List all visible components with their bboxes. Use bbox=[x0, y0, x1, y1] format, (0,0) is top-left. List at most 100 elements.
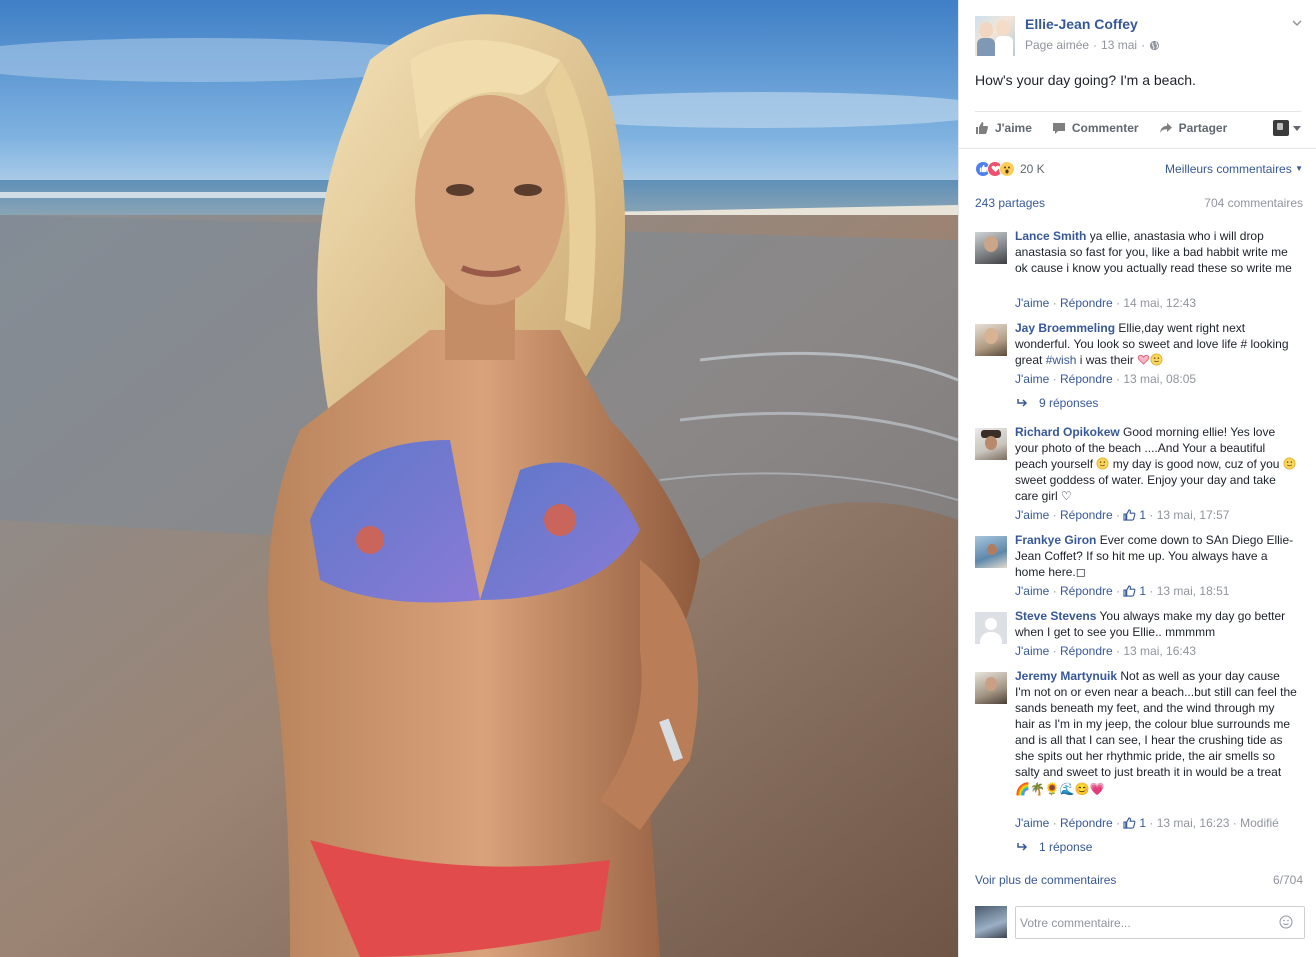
comment-actions: J'aime · Répondre · 13 mai, 08:05 bbox=[1015, 372, 1197, 386]
post-header: Ellie-Jean Coffey Page aimée · 13 mai · bbox=[975, 14, 1305, 56]
comment-author-link[interactable]: Lance Smith bbox=[1015, 229, 1086, 243]
comment-timestamp[interactable]: 13 mai, 18:51 bbox=[1157, 584, 1230, 598]
comment-reaction-count[interactable]: 1 bbox=[1123, 816, 1146, 830]
comment-button[interactable]: Commenter bbox=[1052, 121, 1139, 135]
comment-like-link[interactable]: J'aime bbox=[1015, 816, 1049, 830]
post-meta: Page aimée · 13 mai · bbox=[1025, 38, 1160, 52]
commenter-avatar[interactable] bbox=[975, 428, 1007, 460]
reply-arrow-icon bbox=[1017, 399, 1028, 407]
audience-selector[interactable] bbox=[1273, 120, 1301, 136]
comment-reply-link[interactable]: Répondre bbox=[1060, 296, 1113, 310]
comment-actions: J'aime · Répondre · 14 mai, 12:43 bbox=[1015, 296, 1197, 310]
profile-thumbnail-icon bbox=[1273, 120, 1289, 136]
comment-actions: J'aime · Répondre · 1 · 13 mai, 18:51 bbox=[1015, 584, 1230, 598]
comments-count[interactable]: 704 commentaires bbox=[1204, 196, 1303, 210]
view-replies-link[interactable]: 9 réponses bbox=[1017, 396, 1098, 410]
comment-author-link[interactable]: Steve Stevens bbox=[1015, 609, 1096, 623]
edited-label[interactable]: Modifié bbox=[1240, 816, 1279, 830]
reaction-count[interactable]: 20 K bbox=[1020, 162, 1045, 176]
thumbs-up-icon bbox=[1123, 509, 1136, 521]
comment-label: Commenter bbox=[1071, 121, 1139, 135]
reactions-bar: 20 K Meilleurs commentaires ▼ bbox=[959, 148, 1316, 188]
share-label: Partager bbox=[1178, 121, 1228, 135]
commenter-avatar[interactable] bbox=[975, 536, 1007, 568]
comment-text: Not as well as your day cause I'm not on… bbox=[1015, 669, 1297, 779]
post-photo[interactable] bbox=[0, 0, 958, 957]
thumbs-up-icon bbox=[1123, 585, 1136, 597]
comment-actions: J'aime · Répondre · 1 · 13 mai, 17:57 bbox=[1015, 508, 1230, 522]
more-comments-bar: Voir plus de commentaires 6/704 bbox=[975, 868, 1303, 892]
comment-timestamp[interactable]: 14 mai, 12:43 bbox=[1123, 296, 1196, 310]
comment-like-link[interactable]: J'aime bbox=[1015, 372, 1049, 386]
comment-body: Richard Opikokew Good morning ellie! Yes… bbox=[1015, 424, 1297, 504]
comment-like-link[interactable]: J'aime bbox=[1015, 508, 1049, 522]
caret-down-icon: ▼ bbox=[1295, 163, 1303, 173]
comment-like-link[interactable]: J'aime bbox=[1015, 644, 1049, 658]
meta-separator: · bbox=[1093, 38, 1098, 52]
comment-input[interactable] bbox=[1015, 906, 1305, 939]
chevron-down-icon[interactable] bbox=[1292, 18, 1302, 28]
hashtag-link[interactable]: #wish bbox=[1046, 353, 1077, 367]
comment-timestamp[interactable]: 13 mai, 16:43 bbox=[1123, 644, 1196, 658]
globe-icon bbox=[1149, 40, 1160, 50]
comment-body: Steve Stevens You always make my day go … bbox=[1015, 608, 1297, 640]
post-text: How's your day going? I'm a beach. bbox=[975, 72, 1196, 88]
comment-author-link[interactable]: Richard Opikokew bbox=[1015, 425, 1120, 439]
comment-timestamp[interactable]: 13 mai, 08:05 bbox=[1123, 372, 1196, 386]
replies-count: 9 réponses bbox=[1039, 396, 1099, 410]
post-date[interactable]: 13 mai bbox=[1101, 38, 1137, 52]
comment-author-link[interactable]: Jeremy Martynuik bbox=[1015, 669, 1117, 683]
comment-text: my day is good now, cuz of you bbox=[1109, 457, 1283, 471]
smiley-emoji-icon bbox=[1150, 353, 1163, 366]
comment-text: i was their bbox=[1076, 353, 1138, 367]
comment-author-link[interactable]: Jay Broemmeling bbox=[1015, 321, 1115, 335]
share-button[interactable]: Partager bbox=[1159, 121, 1228, 135]
emoji-picker-icon[interactable] bbox=[1279, 915, 1293, 929]
comment-reply-link[interactable]: Répondre bbox=[1060, 644, 1113, 658]
page-name-link[interactable]: Ellie-Jean Coffey bbox=[1025, 16, 1138, 32]
post-stats: 243 partages 704 commentaires bbox=[975, 190, 1303, 216]
comment-body: Lance Smith ya ellie, anastasia who i wi… bbox=[1015, 228, 1297, 276]
page-avatar[interactable] bbox=[975, 16, 1015, 56]
smiley-emoji-icon bbox=[1283, 457, 1296, 470]
replies-count: 1 réponse bbox=[1039, 840, 1093, 854]
current-user-avatar[interactable] bbox=[975, 906, 1007, 938]
comment-body: Jeremy Martynuik Not as well as your day… bbox=[1015, 668, 1297, 798]
meta-separator: · bbox=[1141, 38, 1146, 52]
view-replies-link[interactable]: 1 réponse bbox=[1017, 840, 1092, 854]
comment-reaction-count[interactable]: 1 bbox=[1123, 508, 1146, 522]
comment-reply-link[interactable]: Répondre bbox=[1060, 372, 1113, 386]
view-more-comments-link[interactable]: Voir plus de commentaires bbox=[975, 873, 1116, 887]
comment-author-link[interactable]: Frankye Giron bbox=[1015, 533, 1096, 547]
like-button[interactable]: J'aime bbox=[975, 121, 1032, 135]
caret-down-icon bbox=[1293, 125, 1301, 131]
share-arrow-icon bbox=[1159, 123, 1172, 133]
comment-reply-link[interactable]: Répondre bbox=[1060, 816, 1113, 830]
smiley-emoji-icon bbox=[1096, 457, 1109, 470]
comment-composer bbox=[959, 903, 1316, 957]
comment-reply-link[interactable]: Répondre bbox=[1060, 508, 1113, 522]
comment-like-link[interactable]: J'aime bbox=[1015, 584, 1049, 598]
commenter-avatar[interactable] bbox=[975, 612, 1007, 644]
thumbs-up-icon bbox=[976, 122, 988, 134]
page-status: Page aimée bbox=[1025, 38, 1090, 52]
commenter-avatar[interactable] bbox=[975, 324, 1007, 356]
comment-reaction-count[interactable]: 1 bbox=[1123, 584, 1146, 598]
comment-reply-link[interactable]: Répondre bbox=[1060, 584, 1113, 598]
comment-text: sweet goddess of water. Enjoy your day a… bbox=[1015, 473, 1276, 503]
comment-actions: J'aime · Répondre · 13 mai, 16:43 bbox=[1015, 644, 1197, 658]
comment-like-link[interactable]: J'aime bbox=[1015, 296, 1049, 310]
comment-timestamp[interactable]: 13 mai, 16:23 bbox=[1157, 816, 1230, 830]
heart-emoji-icon bbox=[1137, 354, 1150, 365]
post-actions-bar: J'aime Commenter Partager bbox=[975, 111, 1301, 144]
comment-sort-dropdown[interactable]: Meilleurs commentaires ▼ bbox=[1165, 162, 1303, 176]
post-side-panel: Ellie-Jean Coffey Page aimée · 13 mai · … bbox=[958, 0, 1316, 957]
thumbs-up-icon bbox=[1123, 817, 1136, 829]
comment-sort-label: Meilleurs commentaires bbox=[1165, 161, 1292, 176]
comment-timestamp[interactable]: 13 mai, 17:57 bbox=[1157, 508, 1230, 522]
commenter-avatar[interactable] bbox=[975, 672, 1007, 704]
shares-count-link[interactable]: 243 partages bbox=[975, 196, 1045, 210]
emoji-row: 🌈🌴🌻🌊😊💗 bbox=[1015, 782, 1105, 796]
commenter-avatar[interactable] bbox=[975, 232, 1007, 264]
wow-reaction-icon[interactable] bbox=[999, 160, 1015, 177]
